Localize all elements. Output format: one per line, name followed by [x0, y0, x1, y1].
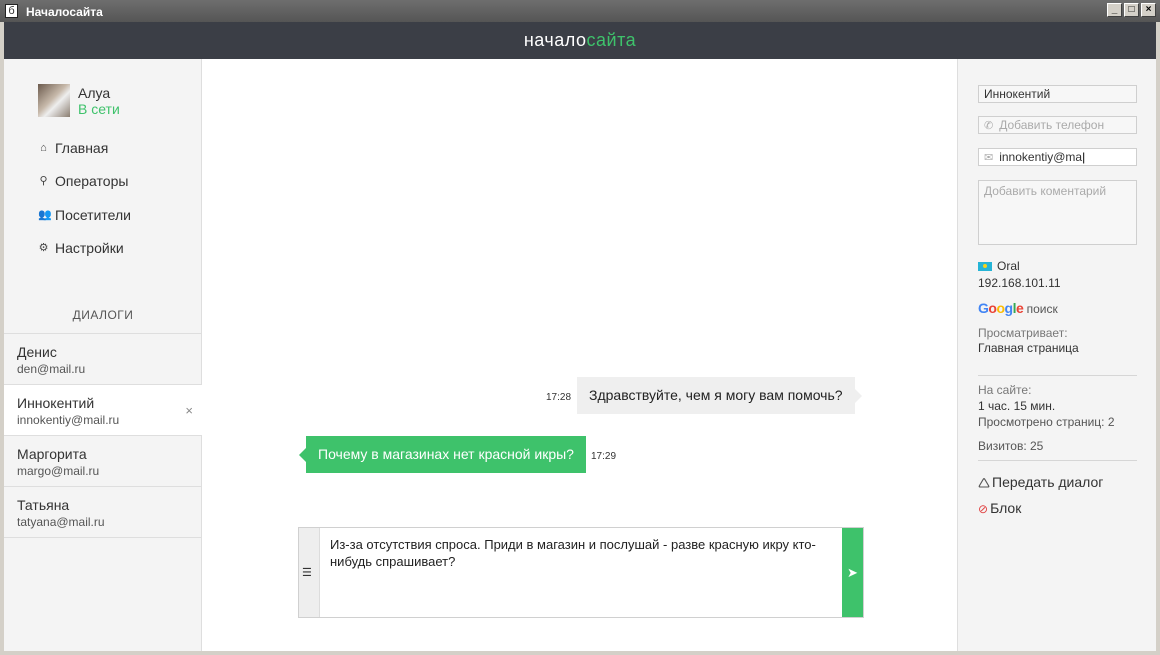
- close-icon[interactable]: ×: [185, 403, 193, 418]
- dialog-email: den@mail.ru: [17, 362, 86, 376]
- kazakhstan-flag-icon: [978, 262, 992, 271]
- comment-field[interactable]: Добавить коментарий: [978, 180, 1137, 245]
- left-sidebar: Алуа В сети ⌂ Главная ⚲ Операторы 👥 Посе…: [4, 59, 202, 651]
- nav-item-label: Операторы: [55, 173, 129, 189]
- send-button[interactable]: ➤: [842, 528, 863, 617]
- block-button[interactable]: ⊘ Блок: [978, 500, 1021, 516]
- send-icon: ➤: [847, 565, 858, 580]
- phone-field[interactable]: ✆ Добавить телефон: [978, 116, 1137, 134]
- envelope-icon: ✉: [984, 152, 994, 164]
- visits-count: Визитов: 25: [978, 439, 1044, 453]
- app-icon: б: [5, 4, 18, 18]
- dialog-email: margo@mail.ru: [17, 464, 100, 478]
- dialog-name: Иннокентий: [17, 395, 95, 411]
- divider: [978, 460, 1137, 461]
- minimize-button[interactable]: _: [1107, 3, 1122, 17]
- dialog-item[interactable]: Денис den@mail.ru: [4, 334, 202, 385]
- visitor-city: Oral: [978, 259, 1020, 273]
- template-button[interactable]: ☰: [299, 528, 320, 617]
- viewing-label: Просматривает:: [978, 326, 1068, 340]
- on-site-value: 1 час. 15 мин.: [978, 399, 1056, 413]
- email-value: innokentiy@ma: [999, 150, 1083, 164]
- block-label: Блок: [990, 500, 1022, 516]
- nav-item-visitors[interactable]: 👥 Посетители: [38, 207, 131, 223]
- operator-message: Здравствуйте, чем я могу вам помочь?: [577, 377, 862, 414]
- nav-item-label: Посетители: [55, 207, 131, 223]
- dialog-name: Маргорита: [17, 446, 87, 462]
- user-status[interactable]: В сети: [78, 101, 120, 117]
- phone-icon: ✆: [984, 120, 994, 132]
- visitor-ip: 192.168.101.11: [978, 276, 1061, 290]
- rocket-icon: 🛆: [978, 476, 991, 490]
- visitor-message: Почему в магазинах нет красной икры?: [299, 436, 586, 473]
- dialog-list: Денис den@mail.ru Иннокентий innokentiy@…: [4, 333, 202, 538]
- dialogs-title: ДИАЛОГИ: [72, 308, 134, 322]
- nav-item-label: Главная: [55, 140, 109, 156]
- city-name: Oral: [997, 259, 1020, 273]
- email-field[interactable]: ✉ innokentiy@ma|: [978, 148, 1137, 166]
- window-bottom-border: [0, 651, 1160, 655]
- template-list-icon: ☰: [302, 567, 312, 579]
- app-header: началосайта: [4, 22, 1156, 59]
- dialog-email: tatyana@mail.ru: [17, 515, 105, 529]
- divider: [978, 375, 1137, 376]
- close-window-button[interactable]: ×: [1141, 3, 1156, 17]
- nav-item-settings[interactable]: ⚙ Настройки: [38, 240, 124, 256]
- nav-item-operators[interactable]: ⚲ Операторы: [38, 173, 128, 189]
- logo-text-white: начало: [523, 30, 587, 50]
- traffic-source: Google поиск: [978, 300, 1058, 316]
- gear-icon: ⚙: [38, 241, 49, 254]
- window-title: Началосайта: [26, 5, 103, 19]
- dialog-item-active[interactable]: Иннокентий innokentiy@mail.ru ×: [4, 385, 202, 436]
- message-time: 17:28: [546, 392, 572, 403]
- nav-item-label: Настройки: [55, 240, 124, 256]
- visitors-icon: 👥: [38, 208, 52, 221]
- dialog-item[interactable]: Татьяна tatyana@mail.ru: [4, 487, 202, 538]
- avatar[interactable]: [38, 84, 70, 117]
- dialog-name: Денис: [17, 344, 57, 360]
- home-icon: ⌂: [40, 141, 47, 154]
- maximize-button[interactable]: □: [1124, 3, 1139, 17]
- google-logo: Google: [978, 300, 1024, 316]
- block-icon: ⊘: [978, 502, 989, 516]
- visitor-info-panel: Иннокентий ✆ Добавить телефон ✉ innokentiy…: [957, 59, 1156, 651]
- message-composer: ☰ Из-за отсутствия спроса. Приди в магаз…: [298, 527, 864, 618]
- transfer-label: Передать диалог: [992, 474, 1104, 490]
- dialog-item[interactable]: Маргорита margo@mail.ru: [4, 436, 202, 487]
- transfer-dialog-button[interactable]: 🛆 Передать диалог: [978, 474, 1103, 495]
- dialog-name: Татьяна: [17, 497, 70, 513]
- source-type: поиск: [1026, 302, 1058, 316]
- message-time: 17:29: [591, 451, 617, 462]
- logo: началосайта: [524, 30, 636, 51]
- logo-text-green: сайта: [586, 30, 637, 50]
- visitor-name-field[interactable]: Иннокентий: [978, 85, 1137, 103]
- phone-placeholder: Добавить телефон: [999, 118, 1105, 132]
- window-titlebar: б Началосайта _ □ ×: [0, 0, 1160, 22]
- user-name: Алуа: [78, 85, 111, 101]
- operators-icon: ⚲: [39, 174, 48, 187]
- on-site-label: На сайте:: [978, 383, 1032, 397]
- nav-item-home[interactable]: ⌂ Главная: [38, 140, 108, 156]
- viewing-page[interactable]: Главная страница: [978, 341, 1079, 355]
- chat-area: 17:28 Здравствуйте, чем я могу вам помоч…: [202, 59, 958, 651]
- message-input[interactable]: Из-за отсутствия спроса. Приди в магазин…: [330, 536, 835, 570]
- pages-viewed: Просмотрено страниц: 2: [978, 415, 1115, 429]
- dialog-email: innokentiy@mail.ru: [17, 413, 120, 427]
- main-area: Алуа В сети ⌂ Главная ⚲ Операторы 👥 Посе…: [4, 59, 1156, 651]
